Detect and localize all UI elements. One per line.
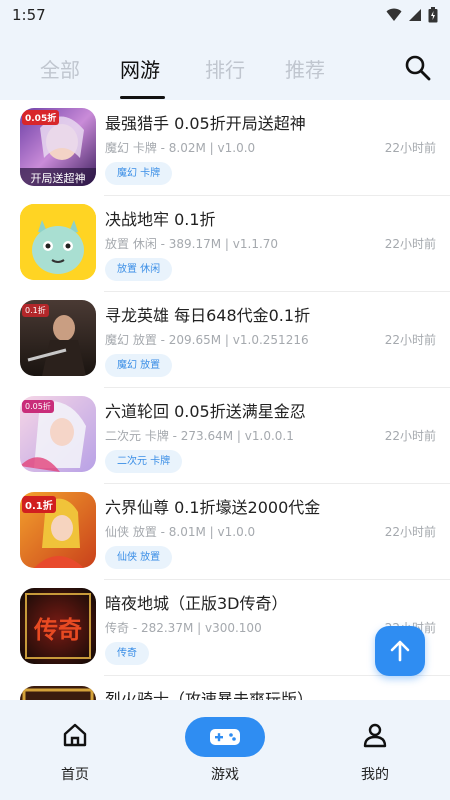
game-list-item[interactable]: 开局送超神 0.05折 最强猎手 0.05折开局送超神 魔幻 卡牌 - 8.02… bbox=[0, 100, 450, 196]
game-meta: 魔幻 卡牌 - 8.02M | v1.0.0 bbox=[105, 141, 256, 155]
arrow-up-icon bbox=[390, 640, 410, 662]
bottom-nav: 首页 游戏 我的 bbox=[0, 700, 450, 800]
game-icon: 0.1折 bbox=[20, 492, 96, 568]
nav-games-label: 游戏 bbox=[211, 767, 239, 783]
game-tag: 魔幻 放置 bbox=[105, 354, 173, 377]
discount-badge: 0.1折 bbox=[22, 496, 56, 513]
game-updated-time: 22小时前 bbox=[384, 141, 436, 155]
game-list: 开局送超神 0.05折 最强猎手 0.05折开局送超神 魔幻 卡牌 - 8.02… bbox=[0, 100, 450, 700]
game-meta: 传奇 - 282.37M | v300.100 bbox=[105, 621, 262, 635]
game-title: 烈火骑士（攻速暴击爽玩版） bbox=[105, 690, 314, 700]
game-tag: 传奇 bbox=[105, 642, 149, 665]
game-list-item[interactable]: 0.1折 寻龙英雄 每日648代金0.1折 魔幻 放置 - 209.65M | … bbox=[0, 292, 450, 388]
signal-icon bbox=[409, 9, 421, 21]
game-title: 暗夜地城（正版3D传奇） bbox=[105, 594, 288, 613]
nav-profile[interactable]: 我的 bbox=[300, 700, 450, 800]
game-title: 寻龙英雄 每日648代金0.1折 bbox=[105, 306, 311, 325]
battery-icon bbox=[428, 7, 438, 23]
scroll-to-top-button[interactable] bbox=[375, 626, 425, 676]
active-tab-indicator bbox=[120, 96, 165, 99]
svg-text:开局送超神: 开局送超神 bbox=[31, 171, 86, 185]
game-updated-time: 22小时前 bbox=[384, 333, 436, 347]
tab-ranking[interactable]: 排行 bbox=[205, 54, 245, 83]
top-tab-bar: 全部 网游 排行 推荐 bbox=[0, 32, 450, 100]
game-updated-time: 22小时前 bbox=[384, 525, 436, 539]
tab-online-games[interactable]: 网游 bbox=[120, 54, 160, 83]
wifi-icon bbox=[386, 8, 402, 21]
tab-all[interactable]: 全部 bbox=[40, 54, 80, 83]
game-meta: 二次元 卡牌 - 273.64M | v1.0.0.1 bbox=[105, 429, 294, 443]
game-icon bbox=[20, 204, 96, 280]
game-icon: 0.1折 bbox=[20, 300, 96, 376]
status-bar: 1:57 bbox=[0, 0, 450, 32]
profile-icon bbox=[363, 723, 387, 748]
status-time: 1:57 bbox=[12, 6, 46, 24]
game-updated-time: 22小时前 bbox=[384, 429, 436, 443]
game-tag: 放置 休闲 bbox=[105, 258, 173, 281]
nav-home-label: 首页 bbox=[61, 767, 89, 783]
tab-recommend[interactable]: 推荐 bbox=[285, 54, 325, 83]
game-list-item[interactable]: 烈火骑士（攻速暴击爽玩版） bbox=[0, 676, 450, 700]
game-icon bbox=[20, 686, 96, 700]
game-list-item[interactable]: 0.1折 六界仙尊 0.1折壕送2000代金 仙侠 放置 - 8.01M | v… bbox=[0, 484, 450, 580]
status-icons bbox=[386, 7, 438, 23]
game-title: 最强猎手 0.05折开局送超神 bbox=[105, 114, 306, 133]
game-meta: 放置 休闲 - 389.17M | v1.1.70 bbox=[105, 237, 279, 251]
game-tag: 魔幻 卡牌 bbox=[105, 162, 173, 185]
game-icon: 传奇 bbox=[20, 588, 96, 664]
gamepad-icon bbox=[210, 729, 240, 745]
search-icon[interactable] bbox=[404, 54, 432, 82]
game-title: 决战地牢 0.1折 bbox=[105, 210, 216, 229]
nav-home[interactable]: 首页 bbox=[0, 700, 150, 800]
game-tag: 仙侠 放置 bbox=[105, 546, 173, 569]
game-updated-time: 22小时前 bbox=[384, 237, 436, 251]
game-icon-label: 传奇 bbox=[34, 616, 82, 644]
game-list-item[interactable]: 决战地牢 0.1折 放置 休闲 - 389.17M | v1.1.70 22小时… bbox=[0, 196, 450, 292]
game-list-item[interactable]: 0.05折 六道轮回 0.05折送满星金忍 二次元 卡牌 - 273.64M |… bbox=[0, 388, 450, 484]
home-icon bbox=[63, 723, 87, 747]
game-title: 六界仙尊 0.1折壕送2000代金 bbox=[105, 498, 321, 517]
game-tag: 二次元 卡牌 bbox=[105, 450, 183, 473]
game-title: 六道轮回 0.05折送满星金忍 bbox=[105, 402, 306, 421]
discount-badge: 0.05折 bbox=[22, 400, 54, 413]
game-meta: 魔幻 放置 - 209.65M | v1.0.251216 bbox=[105, 333, 309, 347]
game-icon: 0.05折 bbox=[20, 396, 96, 472]
nav-games[interactable]: 游戏 bbox=[150, 700, 300, 800]
nav-profile-label: 我的 bbox=[361, 767, 389, 783]
game-icon: 开局送超神 0.05折 bbox=[20, 108, 96, 186]
discount-badge: 0.05折 bbox=[22, 110, 60, 125]
game-meta: 仙侠 放置 - 8.01M | v1.0.0 bbox=[105, 525, 256, 539]
discount-badge: 0.1折 bbox=[22, 304, 49, 317]
